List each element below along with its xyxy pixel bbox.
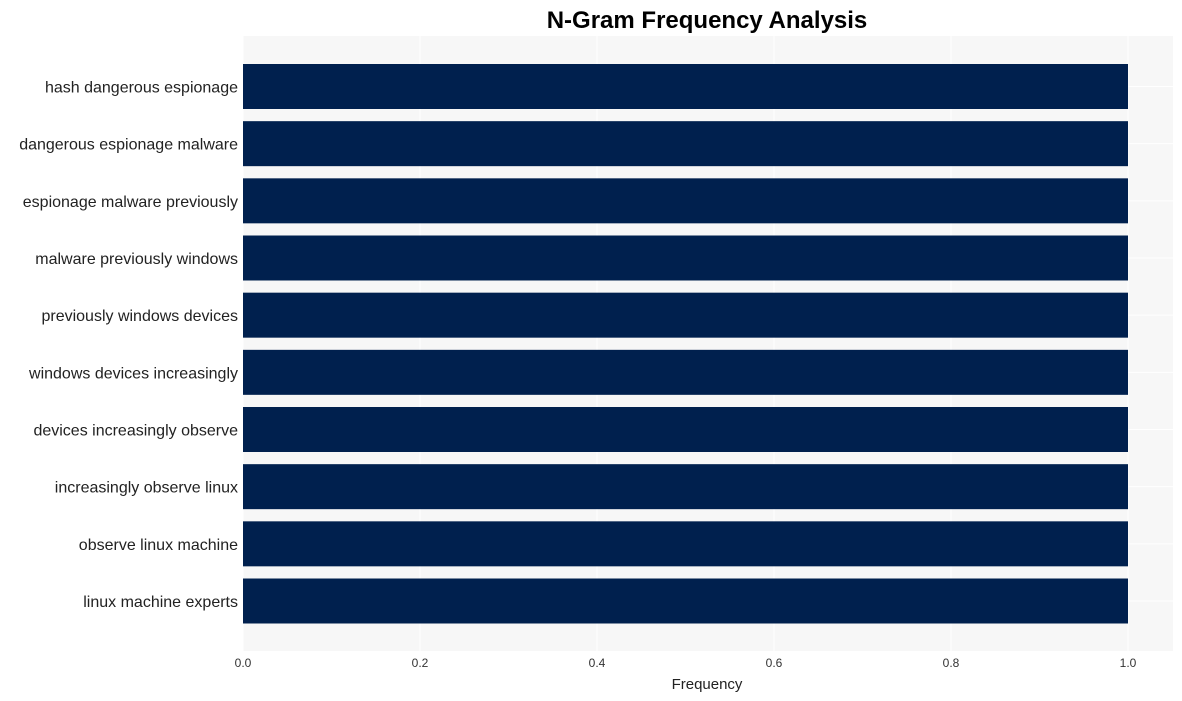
y-tick-label: linux machine experts	[83, 594, 238, 611]
x-axis-label: Frequency	[672, 676, 743, 693]
ngram-bar-chart: N-Gram Frequency Analysis hash dangerous…	[19, 7, 1173, 693]
bar	[243, 121, 1128, 167]
y-tick-label: malware previously windows	[35, 251, 238, 268]
x-tick-label: 0.8	[943, 656, 960, 670]
x-tick-label: 0.6	[766, 656, 783, 670]
y-tick-label: dangerous espionage malware	[19, 137, 238, 154]
x-tick-labels: 0.0 0.2 0.4 0.6 0.8 1.0	[235, 656, 1137, 670]
y-tick-label: windows devices increasingly	[28, 365, 238, 382]
x-tick-label: 0.4	[589, 656, 606, 670]
bar	[243, 349, 1128, 395]
bar	[243, 521, 1128, 567]
bar	[243, 464, 1128, 510]
y-tick-label: devices increasingly observe	[33, 423, 238, 440]
y-tick-labels: hash dangerous espionage dangerous espion…	[19, 80, 238, 612]
x-tick-label: 1.0	[1120, 656, 1137, 670]
x-tick-label: 0.2	[412, 656, 429, 670]
y-tick-label: observe linux machine	[79, 537, 238, 554]
y-tick-label: increasingly observe linux	[55, 480, 238, 497]
y-tick-label: espionage malware previously	[23, 194, 238, 211]
y-tick-label: hash dangerous espionage	[45, 80, 238, 97]
bar	[243, 235, 1128, 281]
bar	[243, 578, 1128, 624]
bar	[243, 64, 1128, 109]
bar	[243, 292, 1128, 338]
x-tick-label: 0.0	[235, 656, 252, 670]
y-tick-label: previously windows devices	[41, 308, 238, 325]
bar	[243, 407, 1128, 452]
chart-title: N-Gram Frequency Analysis	[547, 7, 868, 34]
bar	[243, 178, 1128, 224]
